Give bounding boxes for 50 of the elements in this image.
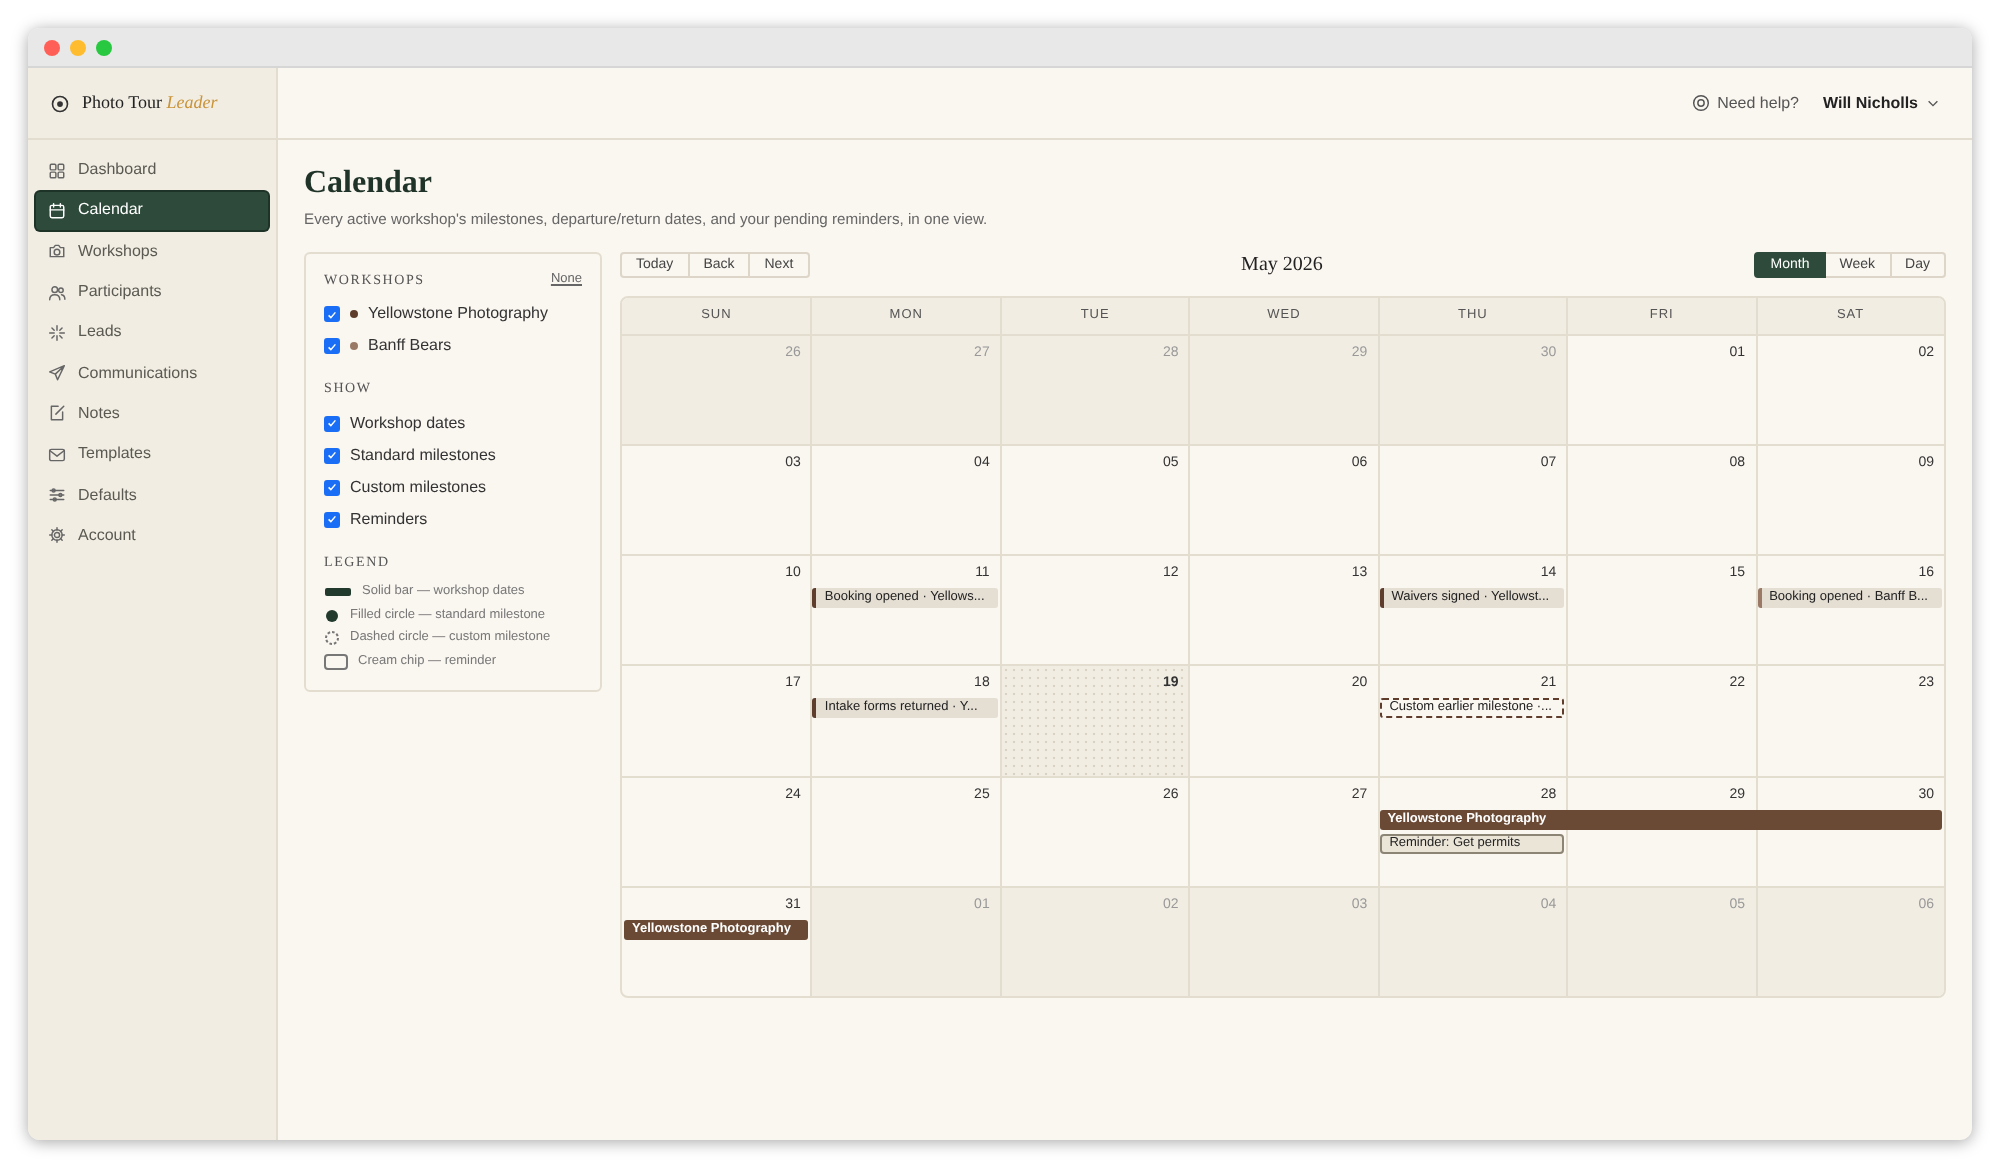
help-icon: [1691, 94, 1710, 112]
chip-swatch: [324, 653, 348, 670]
send-icon: [48, 364, 66, 383]
checkbox[interactable]: [324, 338, 340, 355]
checkbox[interactable]: [324, 415, 340, 432]
grid-icon: [48, 161, 66, 180]
checkbox-label: Banff Bears: [368, 334, 452, 359]
help-link[interactable]: Need help?: [1691, 91, 1799, 115]
month-title: May 2026: [1241, 252, 1323, 281]
check-icon: [326, 339, 338, 354]
checkbox-label: Standard milestones: [350, 443, 496, 468]
checkbox-label: Yellowstone Photography: [368, 302, 548, 327]
checkbox-label: Workshop dates: [350, 411, 466, 436]
nav-item[interactable]: Calendar: [36, 192, 268, 230]
nav-item[interactable]: Account: [36, 517, 268, 554]
checkbox[interactable]: [324, 447, 340, 464]
filled-circle-icon: [324, 607, 340, 624]
check-icon: [326, 307, 338, 322]
mail-icon: [48, 445, 66, 464]
checkbox[interactable]: [324, 479, 340, 496]
nav-item[interactable]: Participants: [36, 273, 268, 311]
user-menu[interactable]: Will Nicholls: [1823, 91, 1940, 115]
caret-icon: [1926, 96, 1940, 110]
nav-item[interactable]: Defaults: [36, 476, 268, 514]
check-icon: [326, 512, 338, 527]
check-icon: [326, 480, 338, 495]
checkbox[interactable]: [324, 511, 340, 528]
calendar-icon: [48, 201, 66, 220]
gear-icon: [48, 526, 66, 545]
aperture-icon: [50, 93, 70, 113]
nav-item[interactable]: Leads: [36, 314, 268, 351]
nav-item[interactable]: Communications: [36, 354, 268, 392]
dashed-circle-icon: [324, 630, 340, 647]
checkbox-label: Reminders: [350, 507, 428, 532]
note-icon: [48, 404, 66, 423]
nav-item[interactable]: Templates: [36, 436, 268, 473]
check-icon: [326, 416, 338, 431]
check-icon: [326, 448, 338, 463]
people-icon: [48, 283, 66, 302]
nav-item[interactable]: Dashboard: [36, 152, 268, 189]
page-title: Calendar: [304, 164, 434, 203]
sparkle-icon: [48, 323, 66, 342]
sliders-icon: [48, 486, 66, 505]
nav-item[interactable]: Notes: [36, 395, 268, 433]
checkbox[interactable]: [324, 306, 340, 323]
checkbox-label: Custom milestones: [350, 475, 487, 500]
camera-icon: [48, 242, 66, 261]
nav-item[interactable]: Workshops: [36, 233, 268, 270]
brand-name: Photo Tour Leader: [82, 89, 218, 116]
close-button[interactable]: [44, 39, 60, 55]
